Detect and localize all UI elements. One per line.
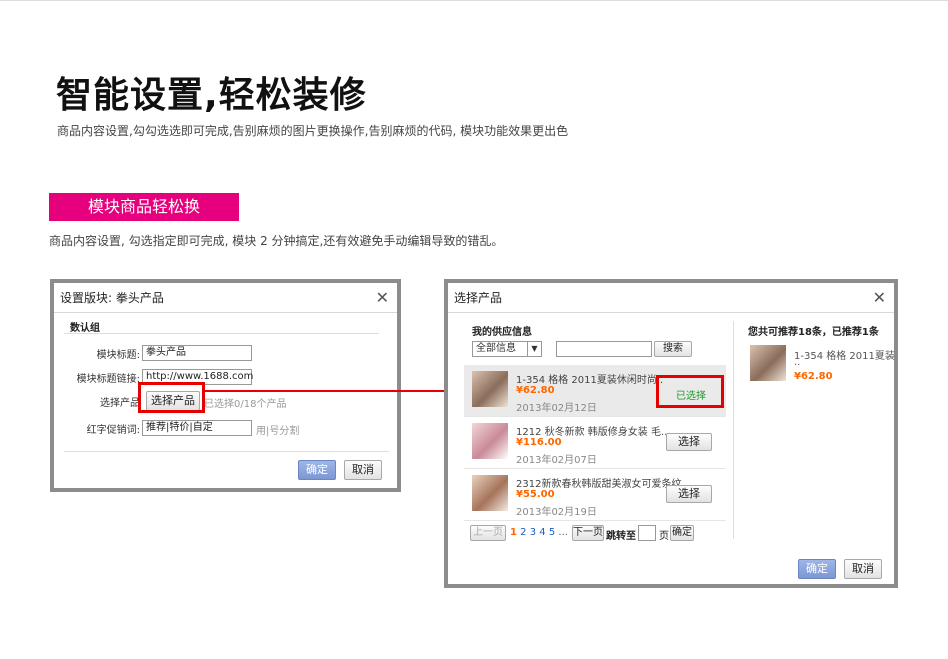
settings-dialog-title: 设置版块: 拳头产品 [60,291,164,305]
jump-page-input[interactable] [638,525,656,541]
highlight-select-button [138,382,205,413]
title-label: 模块标题: [96,350,140,361]
section-badge: 模块商品轻松换 [49,193,239,221]
ok-button[interactable]: 确定 [298,460,336,480]
close-icon[interactable]: ✕ [873,283,886,313]
link-label: 模块标题链接: [76,374,140,385]
product-hint: 已选择0/18个产品 [204,399,287,410]
page-title: 智能设置,轻松装修 [56,75,367,116]
chevron-down-icon: ▼ [527,342,541,356]
product-date: 2013年02月12日 [516,403,597,414]
product-date: 2013年02月19日 [516,507,597,518]
top-divider [0,0,948,1]
selected-product-name: 1-354 格格 2011夏装 [794,351,895,362]
close-icon[interactable]: ✕ [376,283,389,313]
page-ellipsis: ... [558,527,568,538]
jump-confirm-button[interactable]: 确定 [670,525,694,541]
cancel-button[interactable]: 取消 [844,559,882,579]
group-title: 数认组 [70,323,100,334]
filter-select-value: 全部信息 [476,343,516,354]
page-link[interactable]: 5 [549,527,555,538]
product-thumbnail [472,423,508,459]
product-row[interactable]: 1212 秋冬新款 韩版修身女装 毛.. ¥116.00 2013年02月07日… [464,417,726,469]
product-price: ¥62.80 [516,385,555,396]
ok-button[interactable]: 确定 [798,559,836,579]
filter-select[interactable]: 全部信息 ▼ [472,341,542,357]
select-button[interactable]: 选择 [666,485,712,503]
settings-dialog: 设置版块: 拳头产品 ✕ 数认组 模块标题: 拳头产品 模块标题链接: http… [50,279,401,492]
cancel-button[interactable]: 取消 [344,460,382,480]
product-name: 1212 秋冬新款 韩版修身女装 毛.. [516,427,668,438]
page-link[interactable]: 2 [520,527,526,538]
product-label: 选择产品 [100,398,140,409]
product-date: 2013年02月07日 [516,455,597,466]
selected-product-extra: .. [794,357,801,368]
product-name: 2312新款春秋韩版甜美淑女可爱条纹.. [516,479,688,490]
product-price: ¥55.00 [516,489,555,500]
page-link[interactable]: 4 [539,527,545,538]
promo-label: 红字促销词: [86,425,140,436]
select-button[interactable]: 选择 [666,433,712,451]
promo-hint: 用|号分割 [256,426,300,437]
footer-divider [64,451,389,452]
product-thumbnail [472,475,508,511]
title-input[interactable]: 拳头产品 [142,345,252,361]
selected-product-price: ¥62.80 [794,371,833,382]
product-name: 1-354 格格 2011夏装休闲时尚.. [516,375,664,386]
page-link[interactable]: 3 [530,527,536,538]
search-button[interactable]: 搜索 [654,341,692,357]
page-subtitle: 商品内容设置,勾勾选选即可完成,告别麻烦的图片更换操作,告别麻烦的代码, 模块功… [57,124,569,138]
recommend-title: 您共可推荐18条，已推荐1条 [748,327,879,338]
select-product-dialog-header: 选择产品 ✕ [448,283,894,313]
product-price: ¥116.00 [516,437,562,448]
search-input[interactable] [556,341,652,357]
product-thumbnail [472,371,508,407]
prev-page-button[interactable]: 上一页 [470,525,506,541]
promo-input[interactable]: 推荐|特价|自定 [142,420,252,436]
next-page-button[interactable]: 下一页 [572,525,604,541]
panel-divider [733,321,734,539]
selected-product-thumbnail [750,345,786,381]
product-row[interactable]: 2312新款春秋韩版甜美淑女可爱条纹.. ¥55.00 2013年02月19日 … [464,469,726,521]
page-unit: 页 [659,531,669,542]
jump-label: 跳转至 [606,531,636,542]
supply-title: 我的供应信息 [472,327,532,338]
select-product-dialog: 选择产品 ✕ 我的供应信息 全部信息 ▼ 搜索 1-354 格格 2011夏装休… [444,279,898,588]
page-link-current[interactable]: 1 [510,527,517,538]
selected-status: 已选择 [676,391,706,402]
group-divider [64,333,379,334]
settings-dialog-header: 设置版块: 拳头产品 ✕ [54,283,397,313]
select-product-dialog-title: 选择产品 [454,291,503,305]
section-description: 商品内容设置, 勾选指定即可完成, 模块 2 分钟搞定,还有效避免手动编辑导致的… [49,234,504,248]
